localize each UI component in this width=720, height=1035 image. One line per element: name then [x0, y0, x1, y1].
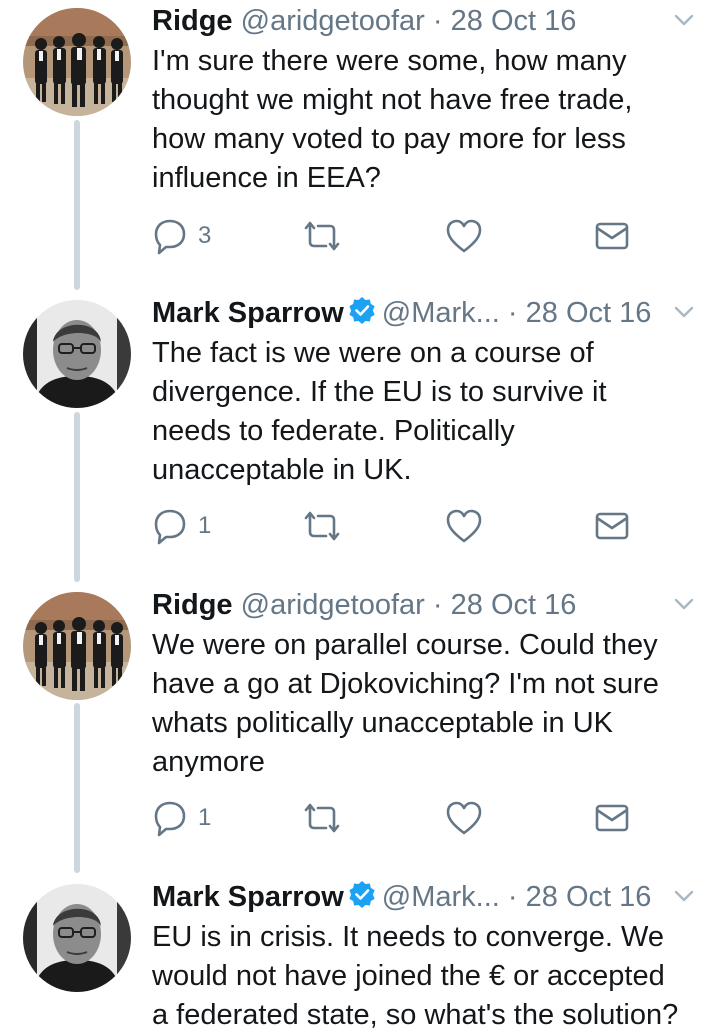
direct-message-button[interactable]	[595, 506, 629, 546]
reply-icon	[154, 801, 186, 837]
tweet-header: Mark Sparrow @Mark... · 28 Oct 16	[152, 878, 651, 916]
reply-icon	[154, 219, 186, 255]
tweet[interactable]: Ridge @aridgetoofar · 28 Oct 16 I'm sure…	[0, 2, 720, 292]
tweet-text-line: divergence. If the EU is to survive it	[152, 376, 607, 408]
tweet[interactable]: Mark Sparrow @Mark... · 28 Oct 16 The fac…	[0, 294, 720, 584]
reply-button[interactable]: 3	[152, 216, 211, 256]
tweet-date[interactable]: 28 Oct 16	[451, 589, 577, 621]
separator-dot: ·	[507, 297, 518, 329]
avatar[interactable]	[23, 300, 131, 408]
envelope-icon	[595, 222, 629, 250]
user-handle[interactable]: @Mark...	[382, 881, 500, 913]
heart-icon	[446, 219, 482, 253]
tweet-actions: 1	[152, 798, 632, 838]
separator-dot: ·	[432, 589, 443, 621]
tweet-actions: 1	[152, 506, 632, 546]
retweet-icon	[304, 803, 340, 833]
reply-count: 1	[198, 804, 212, 831]
user-handle[interactable]: @aridgetoofar	[241, 5, 425, 37]
display-name[interactable]: Mark Sparrow	[152, 297, 344, 329]
tweet-text: EU is in crisis. It needs to converge. W…	[152, 918, 707, 1035]
tweet[interactable]: Mark Sparrow @Mark... · 28 Oct 16 EU is i…	[0, 878, 720, 1031]
tweet-actions: 3	[152, 216, 632, 256]
retweet-button[interactable]	[300, 506, 342, 546]
tweet-text-line: have a go at Djokoviching? I'm not sure	[152, 668, 659, 700]
envelope-icon	[595, 804, 629, 832]
tweet-text-line: a federated state, so what's the solutio…	[152, 999, 679, 1031]
tweet-header: Mark Sparrow @Mark... · 28 Oct 16	[152, 294, 651, 332]
heart-icon	[446, 509, 482, 543]
chevron-down-icon[interactable]	[674, 596, 696, 612]
retweet-button[interactable]	[300, 798, 342, 838]
tweet-text: The fact is we were on a course of diver…	[152, 334, 707, 490]
avatar[interactable]	[23, 884, 131, 992]
direct-message-button[interactable]	[595, 216, 629, 256]
reply-button[interactable]: 1	[152, 506, 211, 546]
tweet-text-line: whats politically unacceptable in UK	[152, 707, 614, 739]
reply-icon	[154, 509, 186, 545]
chevron-down-icon[interactable]	[674, 888, 696, 904]
tweet-text-line: thought we might not have free trade,	[152, 84, 633, 116]
tweet-date[interactable]: 28 Oct 16	[526, 297, 652, 329]
avatar[interactable]	[23, 592, 131, 700]
separator-dot: ·	[432, 5, 443, 37]
retweet-button[interactable]	[300, 216, 342, 256]
chevron-down-icon[interactable]	[674, 12, 696, 28]
separator-dot: ·	[507, 881, 518, 913]
tweet-text-line: The fact is we were on a course of	[152, 337, 594, 369]
retweet-icon	[304, 221, 340, 251]
tweet-text-line: anymore	[152, 746, 265, 778]
display-name[interactable]: Ridge	[152, 5, 233, 37]
tweet-header: Ridge @aridgetoofar · 28 Oct 16	[152, 2, 576, 40]
reply-button[interactable]: 1	[152, 798, 211, 838]
verified-badge-icon	[347, 296, 376, 325]
like-button[interactable]	[446, 506, 482, 546]
reply-count: 1	[198, 512, 212, 539]
tweet[interactable]: Ridge @aridgetoofar · 28 Oct 16 We were …	[0, 586, 720, 876]
tweet-text-line: needs to federate. Politically	[152, 415, 515, 447]
display-name[interactable]: Mark Sparrow	[152, 881, 344, 913]
tweet-text-line: would not have joined the € or accepted	[152, 960, 665, 992]
like-button[interactable]	[446, 798, 482, 838]
tweet-text-line: influence in EEA?	[152, 162, 381, 194]
verified-badge-icon	[347, 880, 376, 909]
tweet-header: Ridge @aridgetoofar · 28 Oct 16	[152, 586, 576, 624]
tweet-text-line: EU is in crisis. It needs to converge. W…	[152, 921, 665, 953]
tweet-date[interactable]: 28 Oct 16	[526, 881, 652, 913]
user-handle[interactable]: @aridgetoofar	[241, 589, 425, 621]
display-name[interactable]: Ridge	[152, 589, 233, 621]
user-handle[interactable]: @Mark...	[382, 297, 500, 329]
heart-icon	[446, 801, 482, 835]
envelope-icon	[595, 512, 629, 540]
tweet-text-line: unacceptable in UK.	[152, 454, 412, 486]
tweet-text: I'm sure there were some, how many thoug…	[152, 42, 707, 198]
like-button[interactable]	[446, 216, 482, 256]
reply-count: 3	[198, 222, 212, 249]
tweet-text-line: how many voted to pay more for less	[152, 123, 626, 155]
tweet-date[interactable]: 28 Oct 16	[451, 5, 577, 37]
retweet-icon	[304, 511, 340, 541]
direct-message-button[interactable]	[595, 798, 629, 838]
chevron-down-icon[interactable]	[674, 304, 696, 320]
avatar[interactable]	[23, 8, 131, 116]
tweet-text-line: I'm sure there were some, how many	[152, 45, 627, 77]
tweet-text-line: We were on parallel course. Could they	[152, 629, 658, 661]
tweet-text: We were on parallel course. Could they h…	[152, 626, 707, 782]
